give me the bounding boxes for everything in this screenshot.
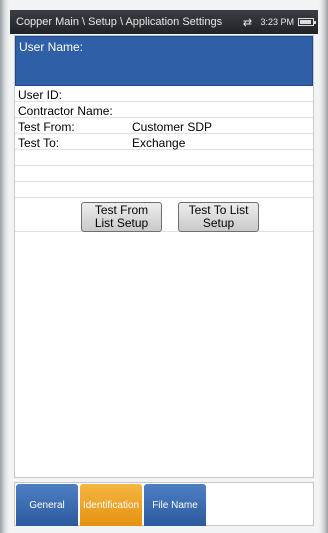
swap-arrows-icon: ⇄	[242, 16, 253, 29]
settings-panel: User Name: User ID: Contractor Name: Tes…	[14, 35, 314, 478]
tab-identification[interactable]: Identification	[80, 484, 142, 526]
username-label: User Name:	[19, 40, 84, 54]
tab-file-name[interactable]: File Name	[144, 484, 206, 526]
clock: 3:23 PM	[260, 17, 294, 27]
test-from-list-setup-button[interactable]: Test From List Setup	[81, 202, 162, 232]
breadcrumb: Copper Main \ Setup \ Application Settin…	[16, 16, 223, 28]
test-to-row[interactable]: Test To: Exchange	[15, 135, 313, 150]
device-frame: Copper Main \ Setup \ Application Settin…	[0, 0, 328, 533]
test-from-label: Test From:	[18, 120, 75, 134]
test-to-label: Test To:	[18, 136, 60, 150]
tab-bar: General Identification File Name	[14, 482, 314, 526]
contractor-name-row[interactable]: Contractor Name:	[15, 103, 313, 118]
empty-row	[15, 151, 313, 166]
empty-row	[15, 183, 313, 198]
test-from-value: Customer SDP	[132, 120, 213, 134]
button-row	[15, 199, 313, 232]
user-id-label: User ID:	[18, 88, 63, 102]
test-to-value: Exchange	[132, 136, 186, 150]
test-from-row[interactable]: Test From: Customer SDP	[15, 119, 313, 134]
battery-icon	[298, 18, 316, 26]
tab-general[interactable]: General	[16, 484, 78, 526]
user-id-row[interactable]: User ID:	[15, 87, 313, 102]
empty-row	[15, 167, 313, 182]
username-field[interactable]: User Name:	[15, 36, 313, 86]
contractor-name-label: Contractor Name:	[18, 104, 113, 118]
title-bar: Copper Main \ Setup \ Application Settin…	[10, 10, 318, 34]
test-to-list-setup-button[interactable]: Test To List Setup	[178, 202, 259, 232]
